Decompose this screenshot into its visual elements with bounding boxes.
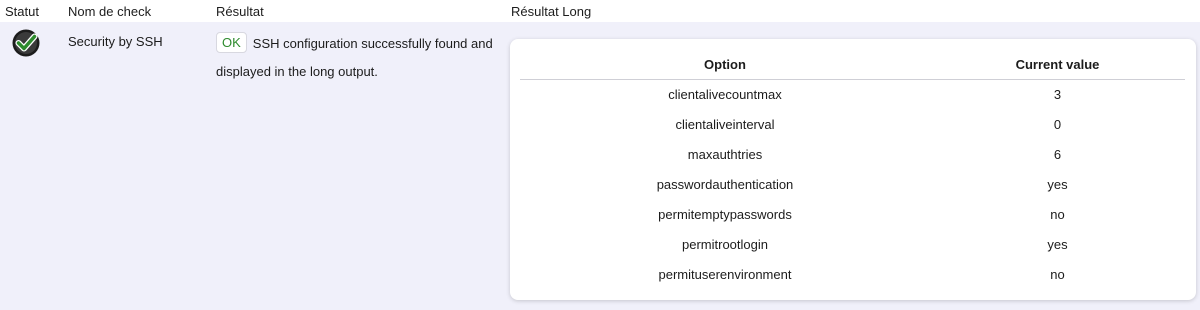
table-header: Statut Nom de check Résultat Résultat Lo…: [0, 0, 1200, 22]
value-column-header: Current value: [930, 51, 1185, 80]
option-cell: clientalivecountmax: [668, 86, 782, 102]
check-name: Security by SSH: [68, 34, 163, 49]
table-row: permitrootlogin yes: [520, 229, 1185, 259]
long-result-card: Option Current value clientalivecountmax…: [510, 39, 1196, 300]
option-cell: passwordauthentication: [656, 176, 794, 192]
column-header-result[interactable]: Résultat: [216, 4, 264, 19]
status-badge: OK: [216, 32, 247, 53]
value-cell: yes: [1047, 176, 1068, 192]
long-result-table: Option Current value clientalivecountmax…: [520, 51, 1185, 289]
result-text: SSH configuration successfully found and…: [216, 36, 493, 79]
option-cell: maxauthtries: [687, 146, 763, 162]
option-cell: clientaliveinterval: [675, 116, 775, 132]
option-cell: permituserenvironment: [658, 266, 792, 282]
value-cell: 3: [1053, 86, 1062, 102]
value-cell: 0: [1053, 116, 1062, 132]
value-cell: 6: [1053, 146, 1062, 162]
option-cell: permitemptypasswords: [658, 206, 792, 222]
checkmark-ok-icon: [12, 29, 40, 57]
column-header-status[interactable]: Statut: [5, 4, 39, 19]
table-row: permitemptypasswords no: [520, 199, 1185, 229]
column-header-check-name[interactable]: Nom de check: [68, 4, 151, 19]
long-result-header-row: Option Current value: [520, 51, 1185, 80]
table-row: clientalivecountmax 3: [520, 79, 1185, 109]
option-cell: permitrootlogin: [682, 236, 768, 252]
result-cell: OK SSH configuration successfully found a…: [216, 30, 506, 86]
table-row: permituserenvironment no: [520, 259, 1185, 289]
table-row: maxauthtries 6: [520, 139, 1185, 169]
value-cell: no: [1050, 266, 1065, 282]
table-row[interactable]: Security by SSH OK SSH configuration succ…: [0, 22, 1200, 310]
table-row: passwordauthentication yes: [520, 169, 1185, 199]
table-row: clientaliveinterval 0: [520, 109, 1185, 139]
column-header-long-result[interactable]: Résultat Long: [511, 4, 591, 19]
value-cell: yes: [1047, 236, 1068, 252]
option-column-header: Option: [520, 51, 930, 80]
value-cell: no: [1050, 206, 1065, 222]
